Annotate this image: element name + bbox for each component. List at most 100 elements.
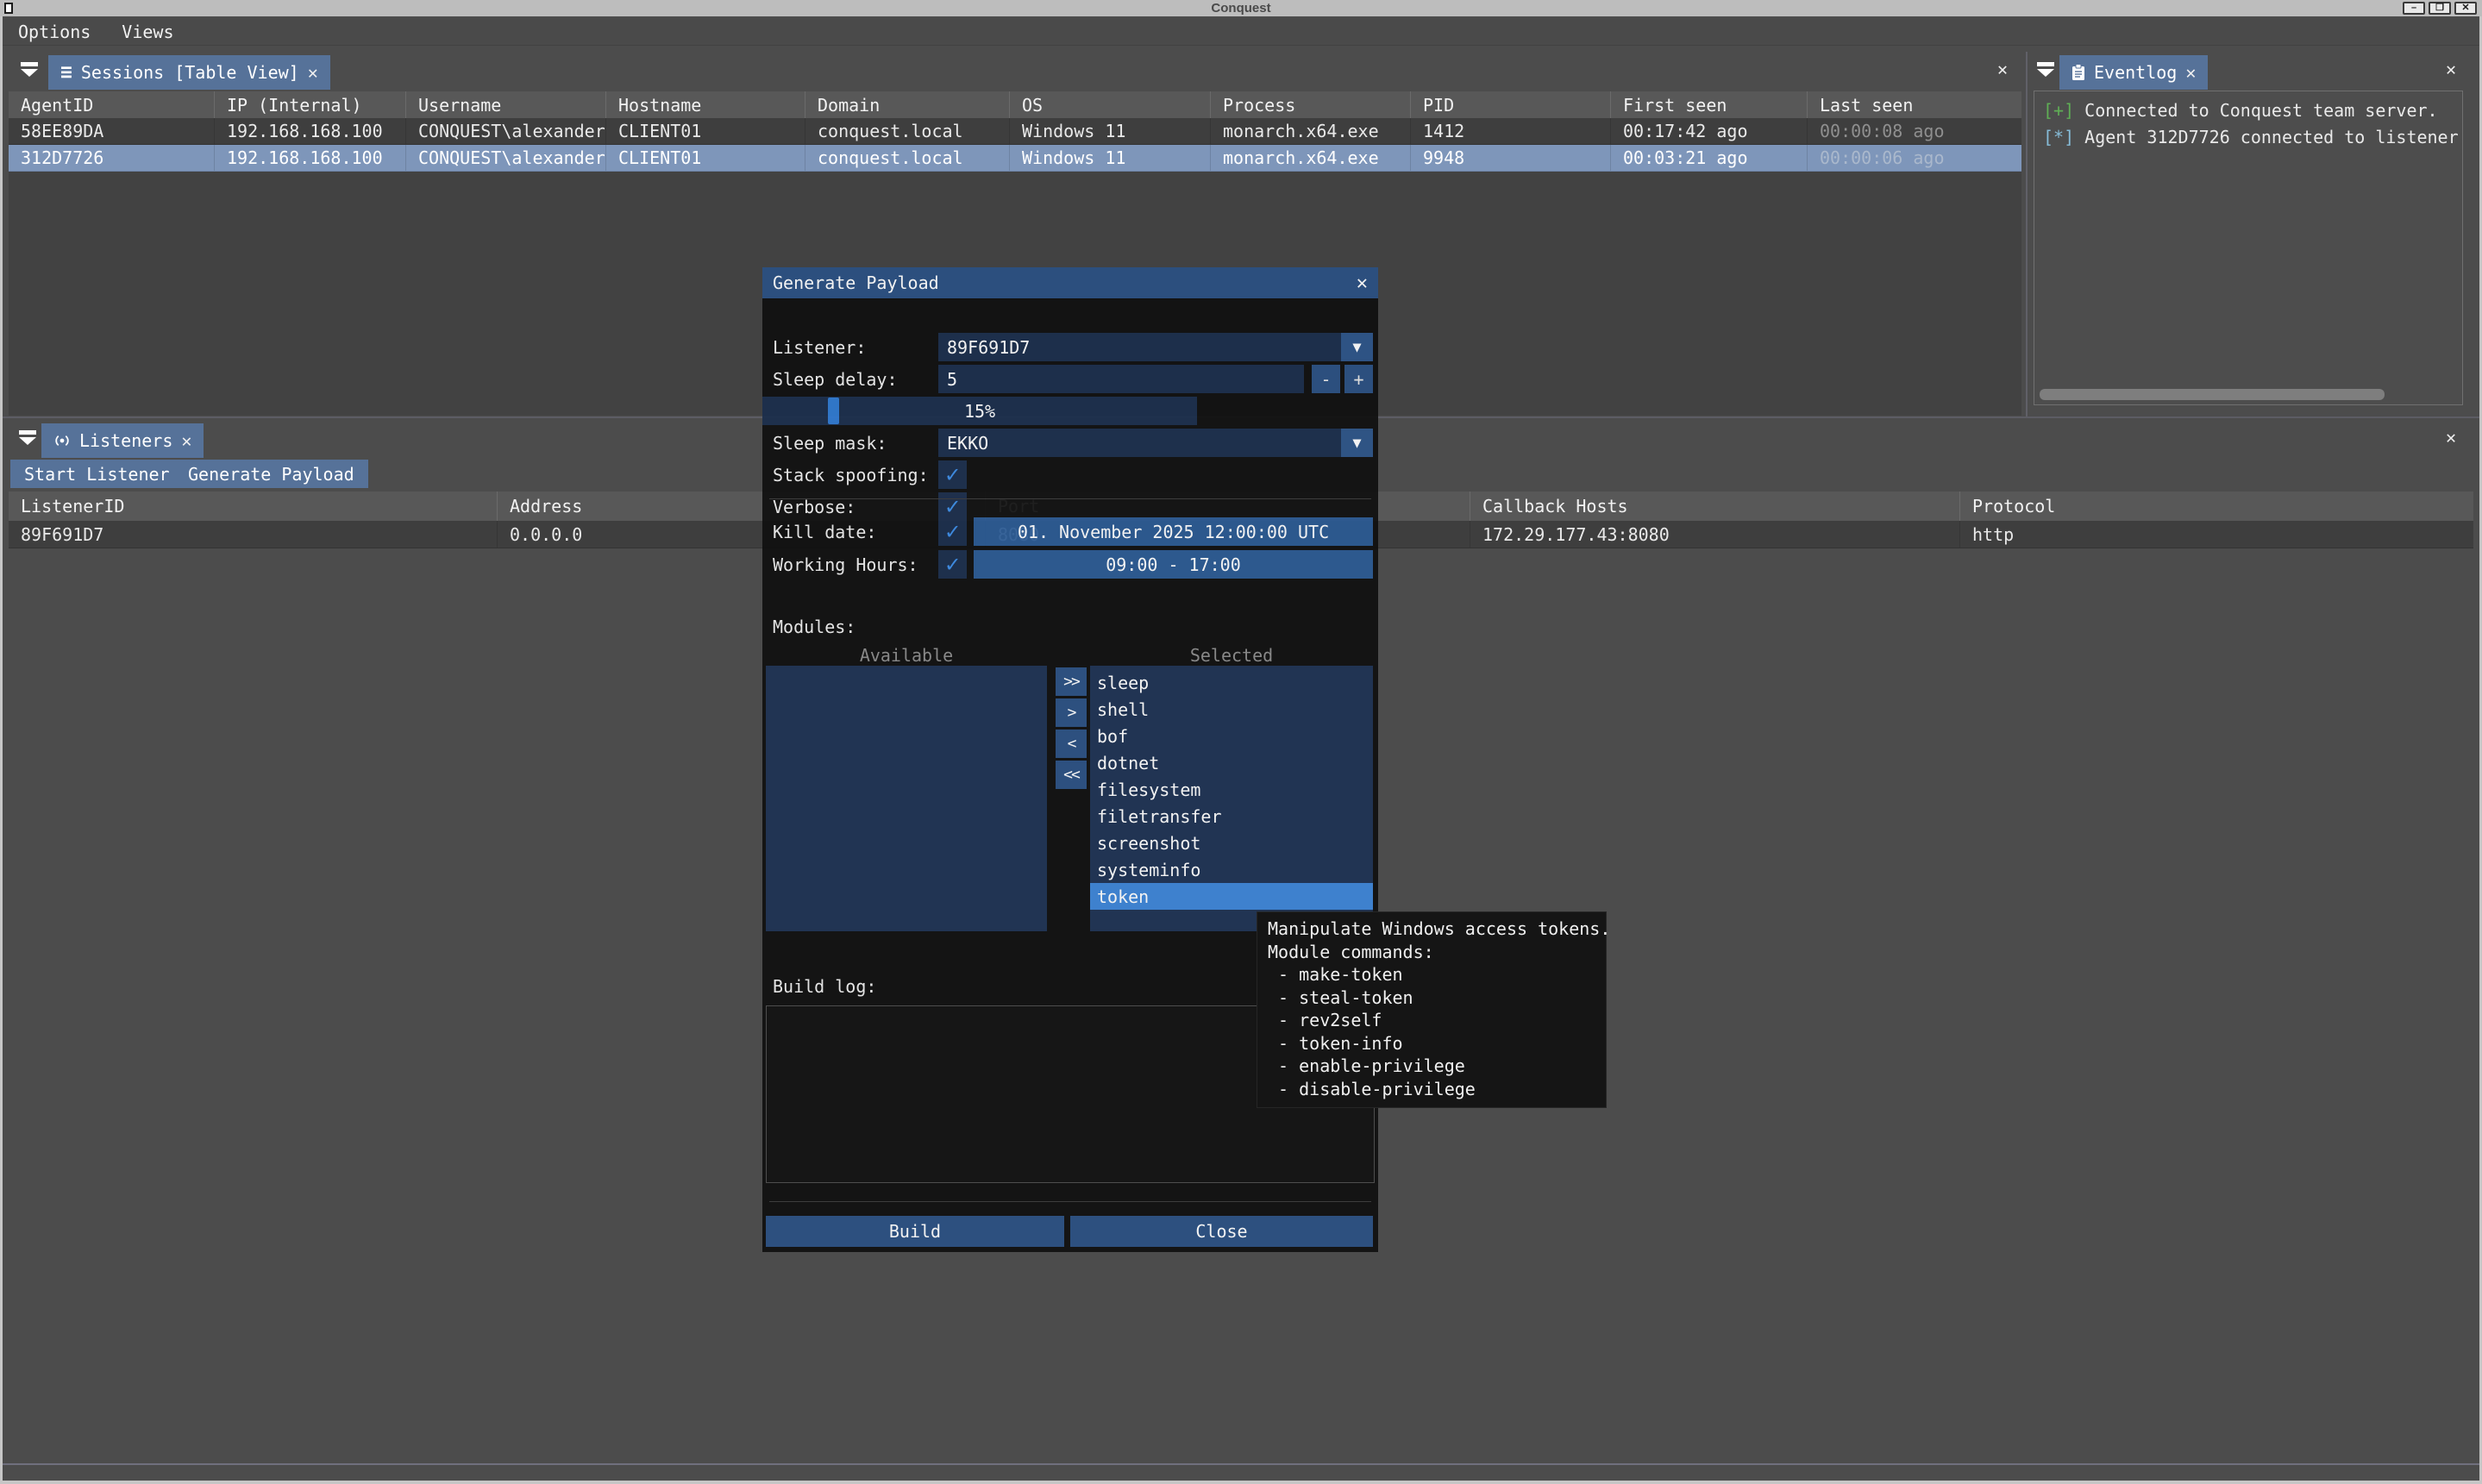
module-item[interactable]: systeminfo (1090, 856, 1373, 883)
tab-eventlog-label: Eventlog (2094, 62, 2177, 83)
dock-splitter-vertical[interactable] (2026, 52, 2028, 416)
working-hours-checkbox[interactable]: ✓ (938, 550, 967, 579)
kill-date-checkbox[interactable]: ✓ (938, 517, 967, 546)
window-titlebar[interactable]: Conquest – ❐ ✕ (0, 0, 2482, 16)
col-pid[interactable]: PID (1411, 91, 1611, 118)
cell-agentid: 312D7726 (9, 145, 215, 171)
dialog-separator (769, 498, 1371, 499)
col-domain[interactable]: Domain (805, 91, 1010, 118)
tab-sessions[interactable]: ≡ Sessions [Table View] ✕ (48, 55, 330, 90)
col-callback-hosts[interactable]: Callback Hosts (1470, 492, 1960, 521)
working-hours-field[interactable]: 09:00 - 17:00 (974, 550, 1373, 579)
module-item[interactable]: screenshot (1090, 830, 1373, 856)
col-ip-internal[interactable]: IP (Internal) (215, 91, 406, 118)
module-item[interactable]: dotnet (1090, 749, 1373, 776)
cell-domain: conquest.local (805, 118, 1010, 144)
selected-modules-list[interactable]: sleep shell bof dotnet filesystem filetr… (1090, 666, 1373, 931)
col-protocol[interactable]: Protocol (1960, 492, 2473, 521)
session-row-selected[interactable]: 312D7726 192.168.168.100 CONQUEST\alexan… (9, 145, 2021, 172)
eventlog-collapse-icon[interactable] (2037, 62, 2054, 77)
module-item[interactable]: filetransfer (1090, 803, 1373, 830)
jitter-slider[interactable]: 15% (762, 397, 1197, 425)
cell-first-seen: 00:17:42 ago (1611, 118, 1808, 144)
tooltip-line: - steal-token (1268, 986, 1595, 1010)
close-button[interactable]: ✕ (2454, 2, 2477, 15)
tab-eventlog-close-icon[interactable]: ✕ (2185, 64, 2196, 81)
col-first-seen[interactable]: First seen (1611, 91, 1808, 118)
col-listenerid[interactable]: ListenerID (9, 492, 498, 521)
listener-value: 89F691D7 (947, 337, 1030, 358)
sleep-delay-increment-button[interactable]: + (1344, 365, 1373, 393)
col-username[interactable]: Username (406, 91, 606, 118)
build-button[interactable]: Build (766, 1216, 1064, 1247)
tab-listeners-label: Listeners (79, 430, 172, 451)
kill-date-field[interactable]: 01. November 2025 12:00:00 UTC (974, 517, 1373, 546)
tab-sessions-close-icon[interactable]: ✕ (308, 64, 318, 81)
move-all-right-button[interactable]: >> (1056, 667, 1087, 696)
menu-views[interactable]: Views (122, 22, 173, 42)
move-left-button[interactable]: < (1056, 729, 1087, 758)
eventlog-text: Connected to Conquest team server. (2074, 100, 2437, 121)
eventlog-dock-close-icon[interactable]: ✕ (2446, 60, 2456, 78)
menu-bar: Options Views (3, 18, 2479, 46)
table-view-icon: ≡ (60, 61, 72, 84)
generate-payload-button[interactable]: Generate Payload (174, 460, 368, 488)
module-item[interactable]: shell (1090, 696, 1373, 723)
cell-os: Windows 11 (1010, 118, 1211, 144)
tooltip-line: Manipulate Windows access tokens. (1268, 917, 1595, 941)
dialog-close-icon[interactable]: ✕ (1357, 272, 1368, 294)
eventlog-line: [*] Agent 312D7726 connected to listener (2043, 127, 2459, 147)
dialog-close-button[interactable]: Close (1070, 1216, 1373, 1247)
tab-listeners-close-icon[interactable]: ✕ (181, 432, 191, 449)
module-item[interactable]: sleep (1090, 669, 1373, 696)
stack-spoofing-checkbox[interactable]: ✓ (938, 460, 967, 489)
sleep-delay-decrement-button[interactable]: - (1312, 365, 1340, 393)
tooltip-line: - disable-privilege (1268, 1078, 1595, 1101)
cell-callback-hosts: 172.29.177.43:8080 (1470, 521, 1960, 548)
col-process[interactable]: Process (1211, 91, 1411, 118)
module-item-selected[interactable]: token (1090, 883, 1373, 910)
listeners-collapse-icon[interactable] (19, 430, 36, 445)
sleep-mask-dropdown[interactable]: EKKO ▼ (938, 429, 1373, 457)
module-item[interactable]: filesystem (1090, 776, 1373, 803)
start-listener-button[interactable]: Start Listener (10, 460, 184, 488)
window-border-left (0, 16, 3, 1484)
chevron-down-icon[interactable]: ▼ (1341, 333, 1373, 361)
eventlog-hscrollbar[interactable] (2040, 389, 2385, 400)
module-transfer-buttons: >> > < << (1056, 667, 1087, 789)
eventlog-output[interactable]: [+] Connected to Conquest team server. [… (2034, 91, 2463, 405)
tab-eventlog[interactable]: Eventlog ✕ (2059, 55, 2208, 90)
module-tooltip: Manipulate Windows access tokens. Module… (1257, 911, 1607, 1108)
session-row[interactable]: 58EE89DA 192.168.168.100 CONQUEST\alexan… (9, 118, 2021, 145)
col-hostname[interactable]: Hostname (606, 91, 805, 118)
app-window: Conquest – ❐ ✕ Options Views ≡ Sessions … (0, 0, 2482, 1484)
minimize-button[interactable]: – (2403, 2, 2425, 15)
cell-last-seen: 00:00:08 ago (1808, 118, 2021, 144)
col-agentid[interactable]: AgentID (9, 91, 215, 118)
cell-process: monarch.x64.exe (1211, 118, 1411, 144)
close-icon: ✕ (2461, 3, 2469, 13)
col-os[interactable]: OS (1010, 91, 1211, 118)
cell-agentid: 58EE89DA (9, 118, 215, 144)
available-modules-list[interactable] (766, 666, 1047, 931)
tab-listeners[interactable]: Listeners ✕ (41, 423, 204, 458)
sleep-delay-input[interactable]: 5 (938, 365, 1304, 393)
stack-spoofing-label: Stack spoofing: (773, 460, 929, 489)
move-all-left-button[interactable]: << (1056, 761, 1087, 789)
menu-options[interactable]: Options (18, 22, 91, 42)
maximize-button[interactable]: ❐ (2429, 2, 2451, 15)
sessions-dock-close-icon[interactable]: ✕ (1997, 60, 2008, 78)
listeners-dock-close-icon[interactable]: ✕ (2446, 429, 2456, 446)
move-right-button[interactable]: > (1056, 698, 1087, 727)
listener-dropdown[interactable]: 89F691D7 ▼ (938, 333, 1373, 361)
cell-listenerid: 89F691D7 (9, 521, 498, 548)
eventlog-line: [+] Connected to Conquest team server. (2043, 100, 2438, 121)
chevron-down-icon[interactable]: ▼ (1341, 429, 1373, 457)
check-icon: ✓ (945, 461, 959, 488)
module-item[interactable]: bof (1090, 723, 1373, 749)
col-last-seen[interactable]: Last seen (1808, 91, 2021, 118)
dialog-titlebar[interactable]: Generate Payload ✕ (762, 267, 1378, 298)
sessions-collapse-icon[interactable] (21, 62, 38, 77)
sleep-delay-label: Sleep delay: (773, 365, 898, 393)
dialog-separator (769, 1201, 1371, 1202)
